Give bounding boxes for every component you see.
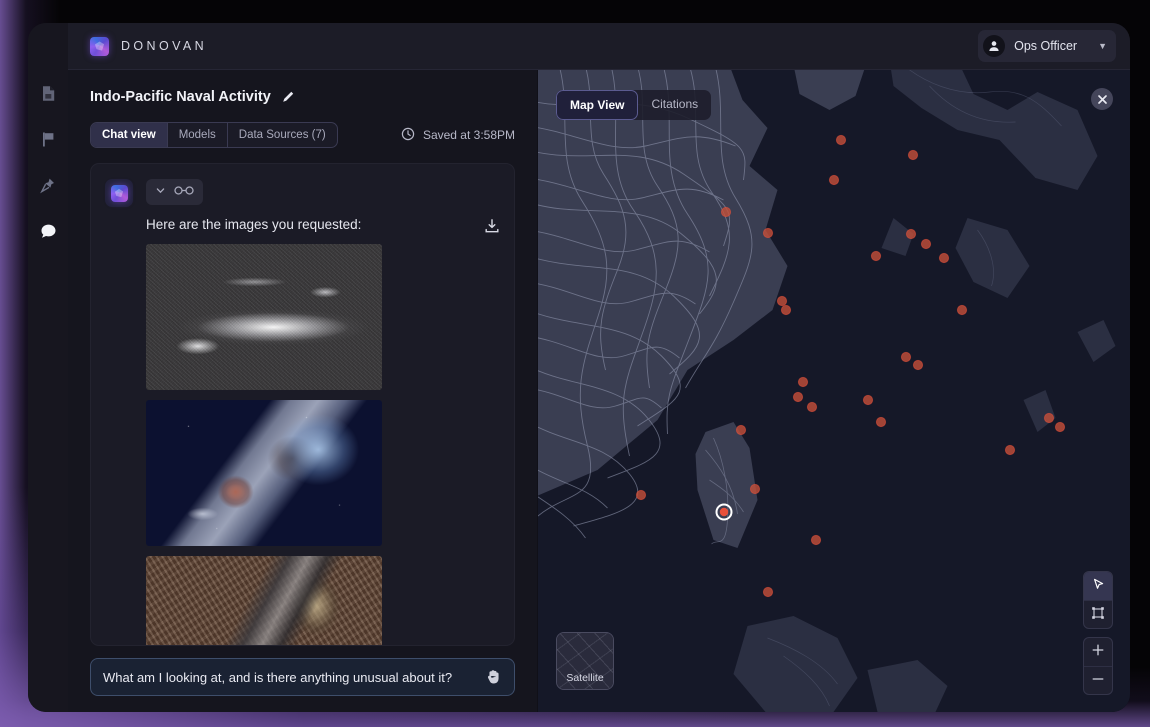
map-tool-group bbox=[1083, 571, 1113, 629]
map-zoom-group bbox=[1083, 637, 1113, 695]
page-title: Indo-Pacific Naval Activity bbox=[90, 89, 271, 105]
chat-bubble-icon bbox=[40, 223, 57, 240]
chevron-down-icon: ▼ bbox=[1098, 41, 1107, 51]
message-meta-pill[interactable] bbox=[146, 179, 203, 205]
user-avatar-icon bbox=[983, 35, 1006, 57]
document-icon bbox=[41, 85, 56, 102]
satellite-layer-label: Satellite bbox=[566, 672, 604, 684]
rail-item-chat[interactable] bbox=[35, 218, 61, 244]
content-split: Indo-Pacific Naval Activity Chat view Mo… bbox=[68, 70, 1130, 712]
map-tabs: Map View Citations bbox=[556, 90, 712, 120]
cube-logo-icon bbox=[90, 36, 109, 56]
message-header: Here are the images you requested: bbox=[105, 179, 500, 645]
assistant-avatar bbox=[105, 179, 133, 207]
brand[interactable]: DONOVAN bbox=[90, 36, 208, 56]
brand-name: DONOVAN bbox=[121, 39, 208, 53]
box-select-tool-button[interactable] bbox=[1084, 600, 1112, 628]
chat-panel: Indo-Pacific Naval Activity Chat view Mo… bbox=[68, 70, 538, 712]
chat-input-box[interactable]: What am I looking at, and is there anyth… bbox=[90, 658, 515, 696]
tab-chat-view[interactable]: Chat view bbox=[91, 123, 168, 147]
saved-status: Saved at 3:58PM bbox=[401, 127, 515, 144]
composer: What am I looking at, and is there anyth… bbox=[68, 646, 537, 712]
minus-icon bbox=[1091, 672, 1105, 690]
chat-tab-row: Chat view Models Data Sources (7) Saved … bbox=[68, 122, 537, 148]
app-window: DONOVAN Ops Officer ▼ Indo-Pacific Naval… bbox=[28, 23, 1130, 712]
message-body: Here are the images you requested: bbox=[146, 179, 500, 645]
chat-title-row: Indo-Pacific Naval Activity bbox=[68, 89, 537, 105]
icon-rail bbox=[28, 23, 68, 712]
rail-item-documents[interactable] bbox=[35, 80, 61, 106]
tab-map-view[interactable]: Map View bbox=[556, 90, 639, 120]
plus-icon bbox=[1091, 643, 1105, 661]
message-scroll-area[interactable]: Here are the images you requested: bbox=[68, 163, 537, 646]
zoom-out-button[interactable] bbox=[1084, 666, 1112, 694]
satellite-layer-button[interactable]: Satellite bbox=[556, 632, 614, 690]
map-canvas[interactable] bbox=[538, 70, 1130, 712]
pointer-tool-button[interactable] bbox=[1084, 572, 1112, 600]
flag-icon bbox=[41, 131, 56, 148]
tab-citations[interactable]: Citations bbox=[638, 90, 711, 120]
rail-item-flags[interactable] bbox=[35, 126, 61, 152]
main-column: DONOVAN Ops Officer ▼ Indo-Pacific Naval… bbox=[68, 23, 1130, 712]
user-menu-button[interactable]: Ops Officer ▼ bbox=[978, 30, 1116, 62]
chat-tabs: Chat view Models Data Sources (7) bbox=[90, 122, 338, 148]
pencil-icon[interactable] bbox=[281, 90, 295, 104]
aerial-vessel-image[interactable] bbox=[146, 556, 382, 645]
tab-models[interactable]: Models bbox=[168, 123, 228, 147]
pin-icon bbox=[40, 177, 56, 194]
cursor-arrow-icon bbox=[1092, 578, 1105, 595]
link-icon bbox=[174, 183, 194, 201]
rail-item-pin[interactable] bbox=[35, 172, 61, 198]
message-text: Here are the images you requested: bbox=[146, 217, 362, 232]
assistant-message-card: Here are the images you requested: bbox=[90, 163, 515, 646]
zoom-in-button[interactable] bbox=[1084, 638, 1112, 666]
user-name-label: Ops Officer bbox=[1014, 39, 1078, 53]
map-controls bbox=[1083, 571, 1113, 695]
saved-label: Saved at 3:58PM bbox=[422, 128, 515, 142]
message-text-row: Here are the images you requested: bbox=[146, 217, 500, 234]
map-panel[interactable]: Map View Citations Satellite bbox=[538, 70, 1130, 712]
bounding-box-icon bbox=[1091, 606, 1105, 624]
clock-icon bbox=[401, 127, 415, 144]
close-icon[interactable] bbox=[1091, 88, 1113, 110]
top-bar: DONOVAN Ops Officer ▼ bbox=[68, 23, 1130, 70]
hand-cursor-icon bbox=[486, 669, 502, 685]
chat-input[interactable]: What am I looking at, and is there anyth… bbox=[103, 670, 486, 685]
cube-logo-icon bbox=[110, 184, 128, 202]
chevron-down-icon bbox=[155, 183, 166, 201]
night-eo-vessel-image[interactable] bbox=[146, 400, 382, 546]
sar-vessel-image[interactable] bbox=[146, 244, 382, 390]
tab-data-sources[interactable]: Data Sources (7) bbox=[228, 123, 337, 147]
download-icon[interactable] bbox=[484, 217, 500, 234]
